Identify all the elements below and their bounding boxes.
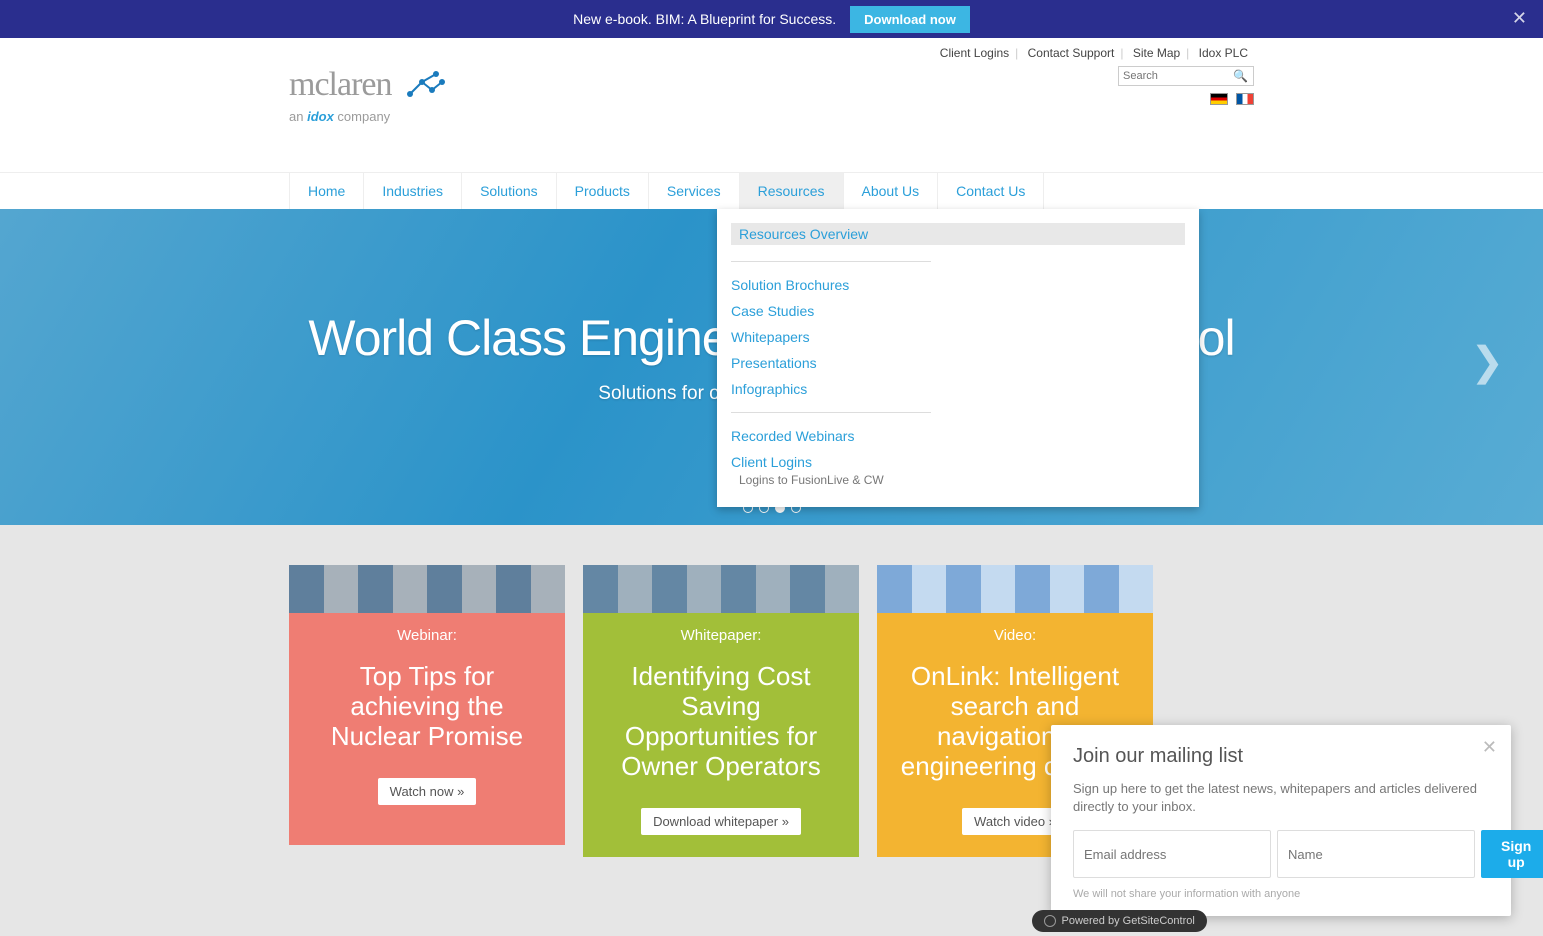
- download-now-button[interactable]: Download now: [850, 6, 970, 33]
- nav-industries[interactable]: Industries: [364, 173, 462, 209]
- popup-body: Sign up here to get the latest news, whi…: [1073, 780, 1489, 816]
- dropdown-item-whitepapers[interactable]: Whitepapers: [731, 324, 931, 350]
- logo[interactable]: mclaren an idox company: [289, 66, 448, 124]
- nav-solutions[interactable]: Solutions: [462, 173, 557, 209]
- dropdown-item-presentations[interactable]: Presentations: [731, 350, 931, 376]
- card-title: Top Tips for achieving the Nuclear Promi…: [309, 662, 545, 752]
- popup-fineprint: We will not share your information with …: [1073, 888, 1489, 900]
- main-nav: Home Industries Solutions Products Servi…: [289, 173, 1254, 209]
- popup-email-input[interactable]: [1073, 830, 1271, 878]
- nav-resources[interactable]: Resources: [740, 173, 844, 209]
- card-button-download-whitepaper[interactable]: Download whitepaper »: [641, 808, 801, 835]
- nav-home[interactable]: Home: [290, 173, 364, 209]
- nav-services[interactable]: Services: [649, 173, 740, 209]
- card-kind: Video:: [897, 627, 1133, 644]
- logo-tagline: an idox company: [289, 109, 448, 124]
- popup-signup-button[interactable]: Sign up: [1481, 830, 1543, 878]
- dropdown-overview[interactable]: Resources Overview: [731, 223, 1185, 245]
- search-input[interactable]: [1123, 70, 1233, 82]
- promo-banner-text: New e-book. BIM: A Blueprint for Success…: [573, 11, 836, 27]
- mailing-list-popup: ✕ Join our mailing list Sign up here to …: [1051, 725, 1511, 916]
- util-link-client-logins[interactable]: Client Logins: [934, 46, 1015, 60]
- card-thumb: [877, 565, 1153, 613]
- nav-products[interactable]: Products: [557, 173, 649, 209]
- card-kind: Webinar:: [309, 627, 545, 644]
- nav-about-us[interactable]: About Us: [844, 173, 939, 209]
- logo-brand: mclaren: [289, 66, 392, 103]
- card-thumb: [583, 565, 859, 613]
- utility-links: Client Logins| Contact Support| Site Map…: [289, 46, 1254, 60]
- dropdown-item-infographics[interactable]: Infographics: [731, 376, 931, 402]
- popup-close-icon[interactable]: ✕: [1482, 737, 1497, 758]
- dropdown-item-case-studies[interactable]: Case Studies: [731, 298, 931, 324]
- search-icon[interactable]: 🔍: [1233, 69, 1248, 83]
- card-whitepaper[interactable]: Whitepaper: Identifying Cost Saving Oppo…: [583, 565, 859, 857]
- resources-dropdown: Resources Overview Solution Brochures Ca…: [717, 209, 1199, 507]
- dropdown-item-client-logins[interactable]: Client Logins: [731, 449, 931, 475]
- flag-fr-icon[interactable]: [1236, 93, 1254, 105]
- dropdown-item-solution-brochures[interactable]: Solution Brochures: [731, 272, 931, 298]
- popup-title: Join our mailing list: [1073, 745, 1489, 768]
- search-box[interactable]: 🔍: [1118, 66, 1254, 86]
- flag-de-icon[interactable]: [1210, 93, 1228, 105]
- dropdown-sub-client-logins: Logins to FusionLive & CW: [731, 473, 931, 487]
- card-button-watch-now[interactable]: Watch now »: [378, 778, 477, 805]
- dropdown-item-recorded-webinars[interactable]: Recorded Webinars: [731, 423, 931, 449]
- util-link-contact-support[interactable]: Contact Support: [1022, 46, 1121, 60]
- popup-name-input[interactable]: [1277, 830, 1475, 878]
- card-thumb: [289, 565, 565, 613]
- card-webinar[interactable]: Webinar: Top Tips for achieving the Nucl…: [289, 565, 565, 857]
- nav-contact-us[interactable]: Contact Us: [938, 173, 1044, 209]
- getsitecontrol-badge[interactable]: Powered by GetSiteControl: [1032, 910, 1207, 932]
- util-link-site-map[interactable]: Site Map: [1127, 46, 1186, 60]
- banner-close-icon[interactable]: ✕: [1512, 8, 1527, 29]
- card-kind: Whitepaper:: [603, 627, 839, 644]
- logo-network-icon: [402, 66, 448, 107]
- card-title: Identifying Cost Saving Opportunities fo…: [603, 662, 839, 782]
- util-link-idox-plc[interactable]: Idox PLC: [1193, 46, 1254, 60]
- badge-icon: [1044, 915, 1056, 927]
- carousel-next-icon[interactable]: ❯: [1470, 339, 1504, 385]
- promo-banner: New e-book. BIM: A Blueprint for Success…: [0, 0, 1543, 38]
